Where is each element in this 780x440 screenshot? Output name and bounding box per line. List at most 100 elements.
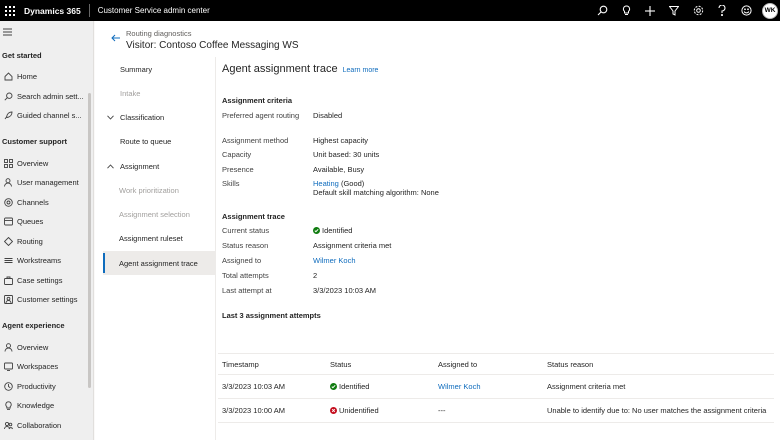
smiley-icon[interactable]: [734, 0, 758, 21]
knowledge-icon: [3, 401, 13, 411]
step-label: Agent assignment trace: [119, 258, 198, 268]
lightbulb-icon[interactable]: [614, 0, 638, 21]
channels-icon: [3, 197, 13, 207]
nav-item-user-management[interactable]: User management: [0, 173, 93, 193]
table-row[interactable]: 3/3/2023 10:00 AM Unidentified --- Unabl…: [218, 399, 774, 423]
search-icon[interactable]: [590, 0, 614, 21]
nav-item-label: Search admin sett...: [17, 91, 84, 101]
app-name: Customer Service admin center: [97, 6, 210, 15]
nav-item-knowledge[interactable]: Knowledge: [0, 396, 93, 416]
nav-item-label: Guided channel s...: [17, 111, 82, 121]
topbar-actions: WK: [590, 0, 780, 21]
field-value: Identified: [313, 226, 613, 235]
nav-item-label: Home: [17, 72, 38, 82]
skill-level: (Good): [338, 179, 365, 188]
step-classification[interactable]: Classification: [103, 105, 215, 129]
step-label: Assignment: [120, 161, 160, 171]
back-arrow-icon[interactable]: [111, 34, 120, 44]
field-value: 3/3/2023 10:03 AM: [313, 286, 376, 295]
assignment-criteria-heading: Assignment criteria: [222, 96, 293, 105]
productivity-icon: [3, 381, 13, 391]
check-circle-icon: [313, 227, 320, 234]
field-label: Total attempts: [222, 271, 269, 280]
content-panel: Agent assignment trace Learn more Assign…: [218, 57, 777, 440]
field-value: Disabled: [313, 111, 343, 120]
breadcrumb[interactable]: Routing diagnostics: [126, 29, 191, 38]
nav-item-productivity[interactable]: Productivity: [0, 377, 93, 397]
step-label: Route to queue: [120, 136, 172, 146]
nav-item-label: Overview: [17, 342, 49, 352]
cell-timestamp: 3/3/2023 10:03 AM: [222, 382, 285, 391]
user-icon: [3, 178, 13, 188]
routing-icon: [3, 236, 13, 246]
nav-item-channels[interactable]: Channels: [0, 193, 93, 213]
field-value: Available, Busy: [313, 165, 365, 174]
step-assignment-ruleset[interactable]: Assignment ruleset: [103, 226, 215, 250]
field-label: Status reason: [222, 241, 269, 250]
cell-timestamp: 3/3/2023 10:00 AM: [222, 406, 285, 415]
nav-item-overview[interactable]: Overview: [0, 154, 93, 174]
nav-item-guided-channel-setup[interactable]: Guided channel s...: [0, 106, 93, 126]
column-header-status-reason[interactable]: Status reason: [547, 354, 593, 374]
help-icon[interactable]: [710, 0, 734, 21]
nav-item-label: Collaboration: [17, 420, 62, 430]
nav-item-label: Productivity: [17, 381, 56, 391]
customer-icon: [3, 295, 13, 305]
rocket-icon: [3, 111, 13, 121]
nav-section-agent-experience: Agent experience: [2, 321, 65, 330]
app-launcher-icon[interactable]: [1, 0, 19, 21]
field-label: Capacity: [222, 150, 252, 159]
nav-item-routing[interactable]: Routing: [0, 232, 93, 252]
nav-item-case-settings[interactable]: Case settings: [0, 271, 93, 291]
status-text: Unidentified: [339, 406, 379, 415]
step-summary[interactable]: Summary: [103, 57, 215, 81]
status-text: Identified: [339, 382, 370, 391]
skill-link[interactable]: Heating: [313, 179, 339, 188]
topbar-divider: [88, 4, 90, 17]
nav-item-workspaces[interactable]: Workspaces: [0, 357, 93, 377]
nav-item-home[interactable]: Home: [0, 67, 93, 87]
section-title: Agent assignment trace Learn more: [222, 63, 378, 75]
avatar[interactable]: WK: [762, 2, 778, 19]
filter-icon[interactable]: [662, 0, 686, 21]
step-agent-assignment-trace[interactable]: Agent assignment trace: [103, 251, 215, 275]
case-icon: [3, 275, 13, 285]
step-work-prioritization: Work prioritization: [103, 178, 215, 202]
column-header-status[interactable]: Status: [330, 354, 351, 374]
nav-item-queues[interactable]: Queues: [0, 212, 93, 232]
table-row[interactable]: 3/3/2023 10:03 AM Identified Wilmer Koch…: [218, 375, 774, 399]
step-label: Work prioritization: [119, 185, 179, 195]
home-icon: [3, 72, 13, 82]
nav-section-get-started: Get started: [2, 50, 42, 60]
nav-item-customer-settings[interactable]: Customer settings: [0, 290, 93, 310]
plus-icon[interactable]: [638, 0, 662, 21]
workstream-icon: [3, 256, 13, 266]
column-header-timestamp[interactable]: Timestamp: [222, 354, 259, 374]
nav-item-agent-overview[interactable]: Overview: [0, 338, 93, 358]
nav-item-search-admin-settings[interactable]: Search admin sett...: [0, 87, 93, 107]
step-label: Classification: [120, 112, 165, 122]
cell-assigned: ---: [438, 406, 446, 415]
nav-item-label: User management: [17, 178, 79, 188]
nav-item-workstreams[interactable]: Workstreams: [0, 251, 93, 271]
learn-more-link[interactable]: Learn more: [343, 67, 379, 74]
nav-item-collaboration[interactable]: Collaboration: [0, 416, 93, 436]
hamburger-icon[interactable]: [0, 21, 93, 43]
grid-icon: [3, 158, 13, 168]
gear-icon[interactable]: [686, 0, 710, 21]
nav-scrollbar[interactable]: [88, 93, 91, 388]
field-label: Last attempt at: [222, 286, 272, 295]
main-area: Routing diagnostics Visitor: Contoso Cof…: [95, 21, 780, 440]
column-header-assigned-to[interactable]: Assigned to: [438, 354, 477, 374]
step-assignment[interactable]: Assignment: [103, 154, 215, 178]
check-circle-icon: [330, 383, 337, 390]
nav-item-label: Case settings: [17, 275, 63, 285]
attempts-table: Timestamp Status Assigned to Status reas…: [218, 353, 774, 423]
cell-assigned-link[interactable]: Wilmer Koch: [438, 375, 481, 398]
person-icon: [3, 342, 13, 352]
field-value: Unit based: 30 units: [313, 150, 380, 159]
assigned-user-link[interactable]: Wilmer Koch: [313, 256, 613, 265]
field-value: Assignment criteria met: [313, 241, 392, 250]
step-route-to-queue[interactable]: Route to queue: [103, 129, 215, 153]
brand-name[interactable]: Dynamics 365: [24, 6, 81, 16]
